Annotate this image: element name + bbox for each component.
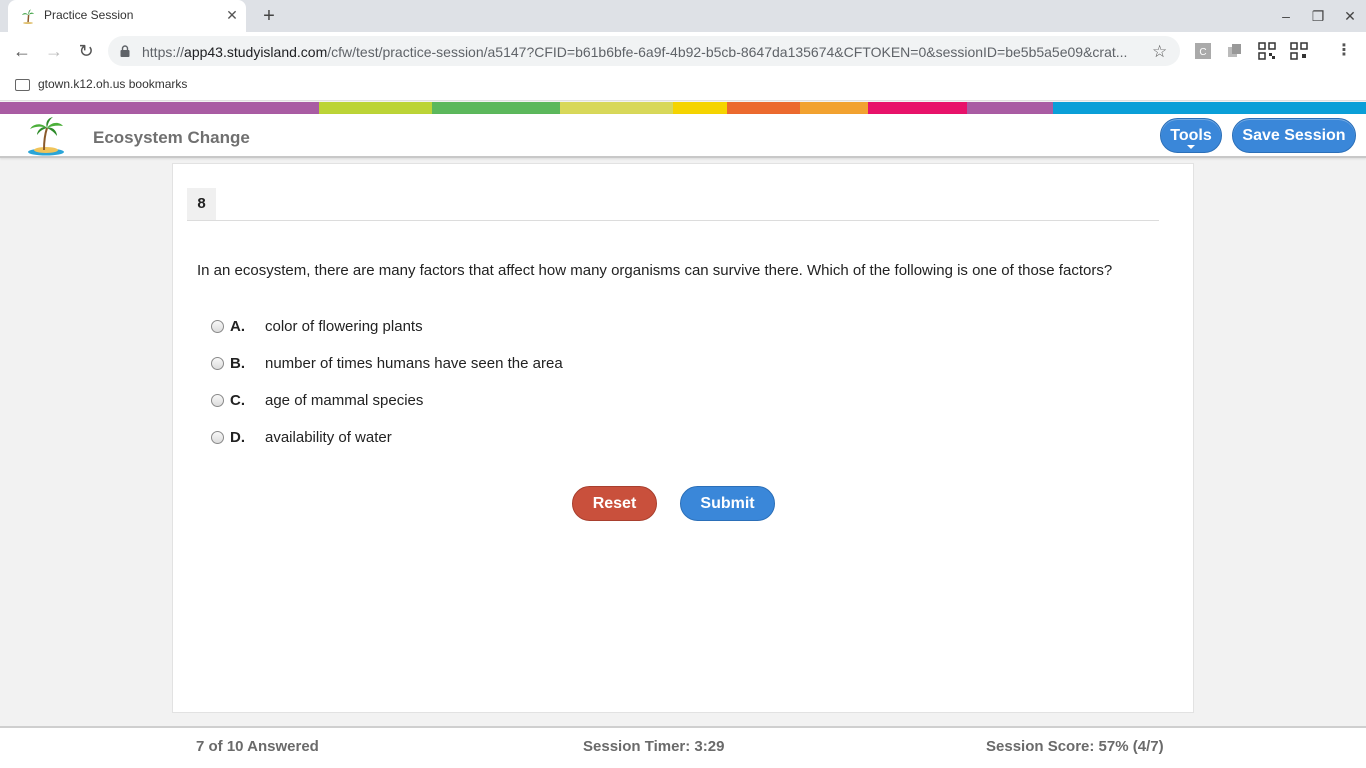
minimize-icon[interactable]: – xyxy=(1277,8,1295,24)
qr-code-icon[interactable] xyxy=(1258,42,1276,60)
session-score: Session Score: 57% (4/7) xyxy=(986,738,1164,755)
browser-toolbar: ← → ↻ https://app43.studyisland.com/cfw/… xyxy=(0,32,1366,70)
stripe-segment xyxy=(432,102,560,114)
close-tab-icon[interactable]: ✕ xyxy=(224,7,240,23)
radio-button[interactable] xyxy=(211,431,224,444)
close-window-icon[interactable]: ✕ xyxy=(1341,8,1359,24)
extension-c-icon[interactable]: C xyxy=(1194,42,1212,60)
answered-count: 7 of 10 Answered xyxy=(196,738,319,755)
restore-icon[interactable]: ❐ xyxy=(1309,8,1327,24)
choice-text[interactable]: number of times humans have seen the are… xyxy=(265,355,563,372)
svg-text:C: C xyxy=(1199,47,1206,58)
stripe-segment xyxy=(673,102,727,114)
question-card: 8 In an ecosystem, there are many factor… xyxy=(172,163,1194,713)
stripe-segment xyxy=(727,102,800,114)
tools-button[interactable]: Tools xyxy=(1160,118,1222,153)
save-session-button[interactable]: Save Session xyxy=(1232,118,1356,153)
color-stripe xyxy=(0,102,1366,114)
reset-button[interactable]: Reset xyxy=(572,486,657,521)
browser-tab-bar: Practice Session ✕ + – ❐ ✕ xyxy=(0,0,1366,32)
study-island-logo-icon xyxy=(28,117,64,156)
browser-tab[interactable]: Practice Session ✕ xyxy=(8,0,246,32)
choice-a[interactable]: A. color of flowering plants xyxy=(211,317,711,337)
choice-letter: B. xyxy=(230,355,245,372)
choice-text[interactable]: availability of water xyxy=(265,429,392,446)
radio-button[interactable] xyxy=(211,320,224,333)
stripe-segment xyxy=(1053,102,1366,114)
bookmark-star-icon[interactable]: ☆ xyxy=(1152,42,1167,62)
stripe-segment xyxy=(319,102,432,114)
question-number: 8 xyxy=(187,188,216,220)
stripe-segment xyxy=(0,102,319,114)
folder-icon xyxy=(15,79,30,91)
session-timer: Session Timer: 3:29 xyxy=(583,738,725,755)
caret-down-icon xyxy=(1187,145,1195,149)
reload-icon[interactable]: ↻ xyxy=(76,41,96,61)
tools-label: Tools xyxy=(1170,127,1212,144)
app-header: Ecosystem Change Tools Save Session xyxy=(0,114,1366,158)
address-bar[interactable]: https://app43.studyisland.com/cfw/test/p… xyxy=(108,36,1180,66)
choice-letter: D. xyxy=(230,429,245,446)
choice-c[interactable]: C. age of mammal species xyxy=(211,391,711,411)
url-prefix: https:// xyxy=(142,44,185,60)
url-path: /cfw/test/practice-session/a5147?CFID=b6… xyxy=(327,44,1128,60)
session-footer: 7 of 10 Answered Session Timer: 3:29 Ses… xyxy=(0,726,1366,768)
stripe-segment xyxy=(967,102,1053,114)
qr-scanner-icon[interactable] xyxy=(1290,42,1308,60)
choice-text[interactable]: age of mammal species xyxy=(265,392,423,409)
stripe-segment xyxy=(800,102,868,114)
url-host: app43.studyisland.com xyxy=(184,44,328,60)
choice-b[interactable]: B. number of times humans have seen the … xyxy=(211,354,711,374)
choice-letter: A. xyxy=(230,318,245,335)
choice-d[interactable]: D. availability of water xyxy=(211,428,711,448)
radio-button[interactable] xyxy=(211,394,224,407)
stripe-segment xyxy=(560,102,673,114)
page-title: Ecosystem Change xyxy=(93,128,250,147)
back-arrow-icon[interactable]: ← xyxy=(12,41,32,61)
tab-title: Practice Session xyxy=(44,8,134,22)
question-number-row: 8 xyxy=(187,188,1159,221)
url-text: https://app43.studyisland.com/cfw/test/p… xyxy=(142,44,1144,60)
bookmarks-bar: gtown.k12.oh.us bookmarks xyxy=(0,70,1366,101)
palm-tree-favicon-icon xyxy=(22,9,34,24)
new-tab-icon[interactable]: + xyxy=(259,6,279,26)
browser-menu-icon[interactable]: ⋮ xyxy=(1336,41,1352,61)
choice-letter: C. xyxy=(230,392,245,409)
forward-arrow-icon[interactable]: → xyxy=(44,41,64,61)
radio-button[interactable] xyxy=(211,357,224,370)
stripe-segment xyxy=(868,102,967,114)
extension-copy-icon[interactable] xyxy=(1226,42,1244,60)
question-text: In an ecosystem, there are many factors … xyxy=(197,262,1113,279)
submit-button[interactable]: Submit xyxy=(680,486,775,521)
choice-text[interactable]: color of flowering plants xyxy=(265,318,423,335)
lock-icon xyxy=(120,45,130,57)
bookmark-folder[interactable]: gtown.k12.oh.us bookmarks xyxy=(38,77,187,91)
